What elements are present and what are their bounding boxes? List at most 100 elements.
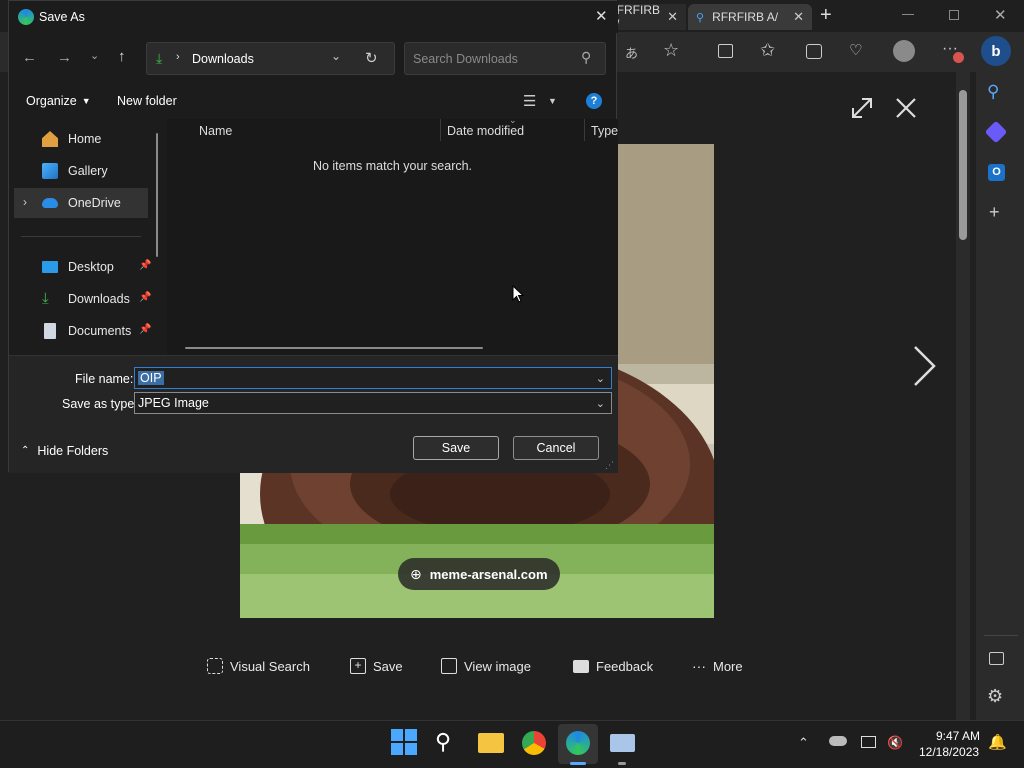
help-icon[interactable]: ? (586, 93, 602, 109)
profile-avatar[interactable] (893, 40, 915, 62)
feedback-button[interactable]: Feedback (573, 656, 653, 676)
display-tray-icon[interactable] (861, 736, 876, 748)
save-icon: + (350, 658, 366, 674)
cancel-button[interactable]: Cancel (513, 436, 599, 460)
edge-icon[interactable] (566, 731, 590, 755)
column-divider[interactable] (440, 119, 441, 141)
watermark-badge: ⊕ meme-arsenal.com (398, 558, 560, 590)
favorites-icon[interactable]: ✩ (760, 40, 775, 61)
organize-button[interactable]: Organize ▼ (26, 94, 91, 108)
view-image-button[interactable]: View image (441, 656, 531, 676)
collections-icon[interactable] (806, 44, 822, 59)
breadcrumb-downloads[interactable]: Downloads (192, 52, 254, 66)
nav-scrollbar[interactable] (156, 133, 158, 257)
more-button[interactable]: ··· More (692, 656, 743, 676)
hide-folders-toggle[interactable]: ⌃ Hide Folders (21, 444, 108, 458)
save-button[interactable]: Save (413, 436, 499, 460)
search-downloads-input[interactable]: Search Downloads ⚲ (404, 42, 606, 75)
split-screen-icon[interactable] (718, 44, 733, 58)
up-arrow-icon[interactable]: ↑ (118, 48, 126, 65)
expand-icon[interactable] (850, 96, 874, 120)
chevron-down-icon[interactable]: ⌄ (596, 397, 605, 410)
back-arrow-icon[interactable]: ← (22, 49, 37, 66)
column-header-type[interactable]: Type (591, 124, 618, 138)
new-folder-button[interactable]: New folder (117, 94, 177, 108)
column-header-name[interactable]: Name (199, 124, 232, 138)
nav-label-home: Home (68, 132, 102, 146)
pin-icon: 📌 (139, 324, 152, 335)
nav-item-home[interactable]: Home (14, 124, 148, 154)
photos-app-icon[interactable] (610, 734, 635, 752)
recent-locations-chevron-icon[interactable]: ⌄ (90, 49, 99, 62)
more-label: More (713, 658, 743, 674)
clock-time[interactable]: 9:47 AM (936, 729, 980, 743)
nav-item-downloads[interactable]: ⤓ Downloads 📌 (14, 284, 151, 314)
chrome-icon[interactable] (522, 731, 546, 755)
address-dropdown-icon[interactable]: ⌄ (331, 49, 341, 63)
favorite-star-icon[interactable]: ☆ (663, 40, 679, 61)
clock-date[interactable]: 12/18/2023 (919, 745, 979, 759)
onedrive-tray-icon[interactable] (829, 736, 847, 746)
close-window-icon[interactable]: ✕ (994, 6, 1007, 24)
browser-tab-active[interactable]: ⚲ RFRFIRB A/ ✕ (688, 4, 812, 30)
horizontal-scrollbar[interactable] (185, 347, 483, 349)
file-explorer-icon[interactable] (478, 733, 504, 753)
new-tab-button[interactable]: + (820, 4, 832, 27)
minimize-icon[interactable] (902, 14, 914, 15)
search-icon[interactable]: ⚲ (581, 49, 591, 66)
address-bar[interactable]: ⤓ › Downloads ⌄ ↻ (146, 42, 395, 75)
nav-divider (21, 236, 141, 237)
close-tab-icon[interactable]: ✕ (667, 9, 678, 25)
taskbar-search-icon[interactable]: ⚲ (435, 728, 463, 756)
save-as-type-label: Save as type: (62, 397, 138, 411)
file-name-input[interactable]: OIP ⌄ (134, 367, 612, 389)
expand-chevron-icon[interactable]: › (23, 195, 27, 209)
column-header-date-modified[interactable]: Date modified (447, 124, 524, 138)
performance-icon[interactable]: ♡ (849, 41, 862, 59)
outlook-icon[interactable]: O (988, 164, 1005, 181)
sidebar-settings-gear-icon[interactable]: ⚙ (987, 686, 1003, 707)
nav-item-documents[interactable]: Documents 📌 (14, 316, 152, 346)
hide-folders-label: Hide Folders (37, 444, 109, 458)
next-image-icon[interactable] (910, 344, 938, 388)
gallery-icon (42, 163, 58, 179)
dialog-footer: File name: OIP ⌄ Save as type: JPEG Imag… (9, 355, 618, 473)
nav-item-onedrive[interactable]: › OneDrive (14, 188, 148, 218)
hide-sidebar-icon[interactable] (989, 652, 1004, 665)
start-windows-icon[interactable] (390, 728, 418, 756)
search-icon[interactable]: ⚲ (987, 82, 999, 102)
resize-grip-icon[interactable]: ⋰ (605, 460, 614, 471)
copilot-sidebar-icon[interactable] (984, 120, 1008, 144)
empty-message: No items match your search. (312, 159, 473, 173)
more-icon: ··· (692, 658, 706, 674)
notification-bell-icon[interactable]: 🔔 (988, 733, 1007, 751)
system-tray-chevron-icon[interactable]: ⌃ (798, 735, 809, 751)
close-dialog-icon[interactable]: ✕ (595, 7, 608, 25)
volume-muted-icon[interactable]: 🔇 (887, 735, 903, 751)
dialog-title: Save As (39, 10, 85, 24)
column-divider[interactable] (584, 119, 585, 141)
edge-sidebar: ⚲ O + ⚙ (976, 72, 1024, 720)
close-viewer-icon[interactable] (894, 96, 918, 120)
close-tab-icon[interactable]: ✕ (793, 9, 804, 25)
copilot-icon[interactable]: b (981, 36, 1011, 66)
restore-icon[interactable] (949, 10, 959, 20)
file-list[interactable]: Name Date modified ⌄ Type No items match… (167, 115, 618, 355)
view-options-chevron-icon[interactable]: ▼ (548, 96, 557, 106)
nav-label-downloads: Downloads (68, 292, 130, 306)
nav-label-documents: Documents (68, 324, 132, 338)
nav-item-gallery[interactable]: Gallery (14, 156, 148, 186)
refresh-icon[interactable]: ↻ (365, 49, 378, 67)
save-as-type-select[interactable]: JPEG Image ⌄ (134, 392, 612, 414)
add-sidebar-app-icon[interactable]: + (989, 202, 1000, 223)
breadcrumb-chevron-icon: › (176, 51, 180, 63)
forward-arrow-icon[interactable]: → (57, 49, 72, 66)
scrollbar-thumb[interactable] (959, 90, 967, 240)
save-as-dialog: Save As ✕ ← → ⌄ ↑ ⤓ › Downloads ⌄ ↻ Sear… (8, 0, 618, 473)
save-image-button[interactable]: + Save (350, 656, 403, 676)
chevron-down-icon[interactable]: ⌄ (596, 372, 605, 385)
read-aloud-icon[interactable]: あ (625, 43, 638, 62)
visual-search-button[interactable]: Visual Search (207, 656, 310, 676)
view-options-icon[interactable]: ☰ (523, 92, 536, 110)
nav-item-desktop[interactable]: Desktop 📌 (14, 252, 151, 282)
